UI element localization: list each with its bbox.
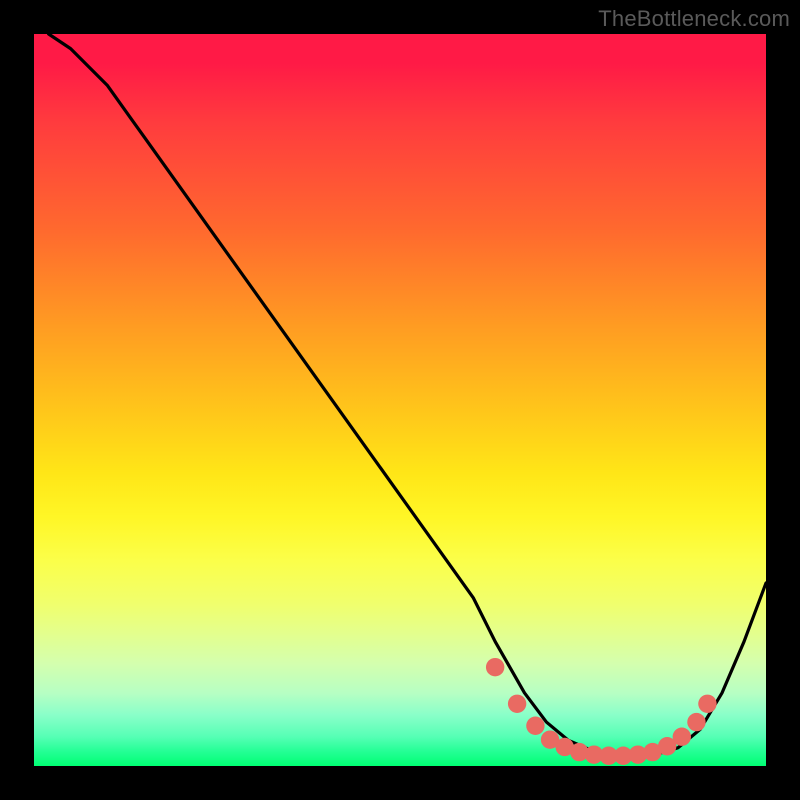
highlighted-point xyxy=(698,695,716,713)
watermark-text: TheBottleneck.com xyxy=(598,6,790,32)
chart-frame: TheBottleneck.com xyxy=(0,0,800,800)
highlighted-point xyxy=(486,658,504,676)
highlighted-points-group xyxy=(486,658,717,765)
highlighted-point xyxy=(687,713,705,731)
highlighted-point xyxy=(526,717,544,735)
highlighted-point xyxy=(508,695,526,713)
plot-area xyxy=(34,34,766,766)
chart-svg xyxy=(34,34,766,766)
bottleneck-curve-line xyxy=(49,34,766,756)
highlighted-point xyxy=(673,728,691,746)
